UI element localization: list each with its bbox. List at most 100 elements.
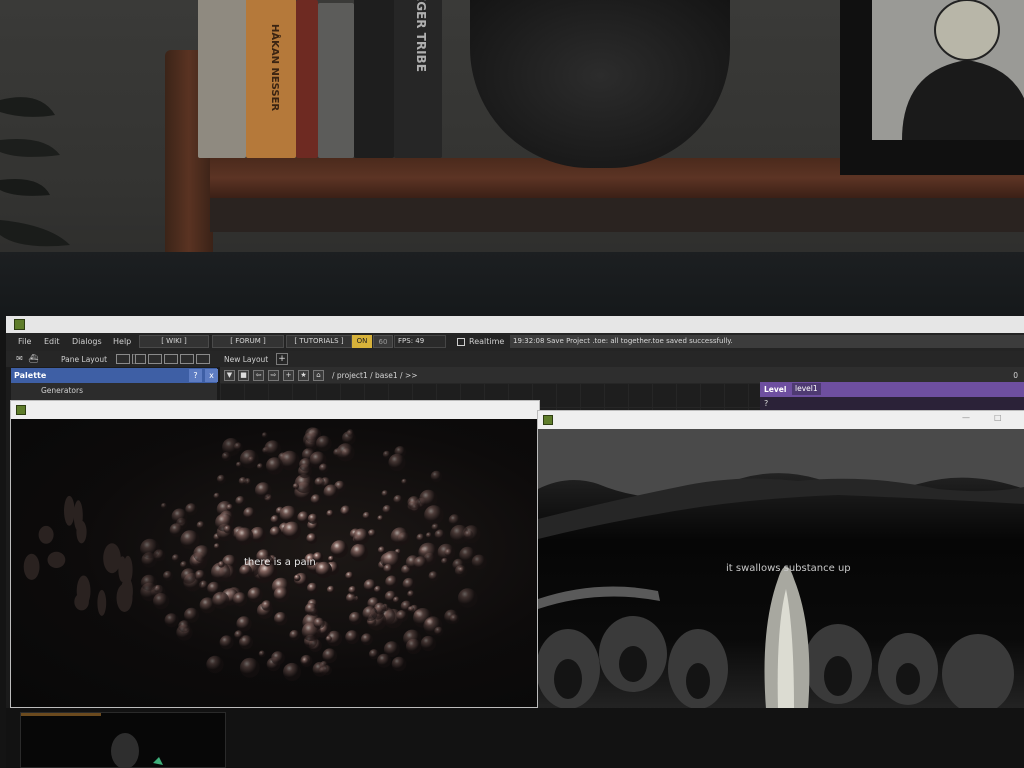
render-sphere xyxy=(393,495,403,505)
palette-item-generators[interactable]: Generators xyxy=(41,386,83,395)
book-red xyxy=(296,0,318,158)
render-sphere xyxy=(213,543,221,550)
menu-edit[interactable]: Edit xyxy=(44,337,60,346)
render-sphere xyxy=(362,511,371,520)
render-sphere xyxy=(234,630,244,640)
forward-icon[interactable]: ⇨ xyxy=(268,370,279,381)
render-sphere xyxy=(185,503,198,516)
menu-help[interactable]: Help xyxy=(113,337,131,346)
forum-link[interactable]: [ FORUM ] xyxy=(212,335,284,348)
touchdesigner-icon xyxy=(14,319,25,330)
render-sphere xyxy=(340,505,352,517)
layout-quad-icon[interactable] xyxy=(180,354,194,364)
render-sphere xyxy=(235,527,254,546)
app-titlebar xyxy=(6,316,1024,333)
home-icon[interactable]: ⌂ xyxy=(313,370,324,381)
render-sphere xyxy=(178,620,191,633)
glass-jar xyxy=(470,0,730,168)
render-sphere xyxy=(219,635,234,650)
minimize-icon[interactable]: — xyxy=(962,413,970,422)
parameter-help-icon[interactable]: ? xyxy=(764,399,768,408)
book-black xyxy=(354,0,394,158)
render-sphere xyxy=(348,586,357,595)
level-name-field[interactable]: level1 xyxy=(792,383,821,395)
fps-on-toggle[interactable]: ON xyxy=(352,335,372,348)
render-sphere xyxy=(326,585,336,594)
book-spine-title: EGER TRIBE xyxy=(414,0,428,72)
render-sphere xyxy=(322,648,338,663)
render-sphere xyxy=(353,528,370,545)
render-sphere xyxy=(458,566,465,574)
menu-file[interactable]: File xyxy=(18,337,31,346)
layout-horizontal-icon[interactable] xyxy=(164,354,178,364)
render-sphere xyxy=(377,546,386,555)
render-sphere xyxy=(316,435,332,452)
preview-thumbnail[interactable] xyxy=(20,712,226,768)
render-sphere xyxy=(140,574,157,591)
wiki-link[interactable]: [ WIKI ] xyxy=(139,335,209,348)
ship-icon[interactable]: ⛴ xyxy=(28,354,39,364)
render-sphere xyxy=(171,508,188,525)
render-sphere xyxy=(348,611,362,625)
tutorials-link[interactable]: [ TUTORIALS ] xyxy=(286,335,352,348)
viewer-right-caption: it swallows substance up xyxy=(726,563,851,574)
render-sphere xyxy=(274,612,288,626)
touchdesigner-icon xyxy=(16,405,26,415)
realtime-checkbox[interactable] xyxy=(457,338,465,346)
menu-arrow-icon[interactable]: ▼ xyxy=(224,370,235,381)
level-header: Level level1 xyxy=(760,382,1024,397)
viewer-left-titlebar[interactable] xyxy=(11,401,539,419)
level-label: Level xyxy=(764,385,787,394)
render-sphere xyxy=(269,526,282,538)
viewer-right-titlebar[interactable]: — □ xyxy=(538,411,1024,429)
render-sphere xyxy=(213,492,221,500)
plant-leaves xyxy=(0,97,70,247)
maximize-icon[interactable]: □ xyxy=(994,413,1002,422)
palette-header: Palette xyxy=(11,368,217,383)
add-icon[interactable]: + xyxy=(283,370,294,381)
layout-grid-icon[interactable] xyxy=(196,354,210,364)
render-sphere xyxy=(160,502,168,510)
palette-close-button[interactable]: x xyxy=(205,369,218,382)
add-layout-button[interactable]: + xyxy=(276,353,288,365)
stop-icon[interactable]: ■ xyxy=(238,370,249,381)
render-sphere xyxy=(407,496,421,510)
mail-icon[interactable]: ✉ xyxy=(14,354,25,364)
layout-vertical-icon[interactable] xyxy=(148,354,162,364)
render-sphere xyxy=(362,606,378,622)
render-sphere xyxy=(233,592,248,607)
render-sphere xyxy=(264,440,281,457)
render-sphere xyxy=(289,630,300,641)
layout-single-icon[interactable] xyxy=(116,354,130,364)
render-sphere xyxy=(74,593,89,611)
render-sphere xyxy=(153,593,170,610)
render-sphere xyxy=(346,592,357,604)
render-sphere xyxy=(239,449,259,469)
render-sphere xyxy=(377,515,384,522)
render-sphere xyxy=(350,543,369,562)
render-sphere xyxy=(413,556,428,570)
menu-dialogs[interactable]: Dialogs xyxy=(72,337,102,346)
render-sphere xyxy=(234,442,243,451)
star-icon[interactable]: ★ xyxy=(298,370,309,381)
viewer-window-right[interactable]: — □ it swallows substance up xyxy=(537,410,1024,710)
render-sphere xyxy=(325,635,332,643)
back-icon[interactable]: ⇦ xyxy=(253,370,264,381)
render-sphere xyxy=(304,602,318,616)
render-sphere xyxy=(235,496,246,507)
render-sphere xyxy=(243,507,256,520)
fps-cap-field[interactable]: 60 xyxy=(373,335,393,348)
palette-help-button[interactable]: ? xyxy=(189,369,202,382)
touchdesigner-icon xyxy=(543,415,553,425)
render-sphere xyxy=(212,591,230,609)
viewer-window-left[interactable]: there is a pain xyxy=(10,400,540,708)
render-sphere xyxy=(463,530,474,540)
layout-split-icon[interactable] xyxy=(132,354,146,364)
render-sphere xyxy=(223,525,232,534)
render-sphere xyxy=(226,504,234,512)
render-sphere xyxy=(282,521,302,540)
touchdesigner-screen: File Edit Dialogs Help [ WIKI ] [ FORUM … xyxy=(6,316,1024,768)
network-path[interactable]: / project1 / base1 / >> xyxy=(332,371,418,380)
new-layout-label[interactable]: New Layout xyxy=(224,355,268,364)
render-sphere xyxy=(256,463,264,470)
